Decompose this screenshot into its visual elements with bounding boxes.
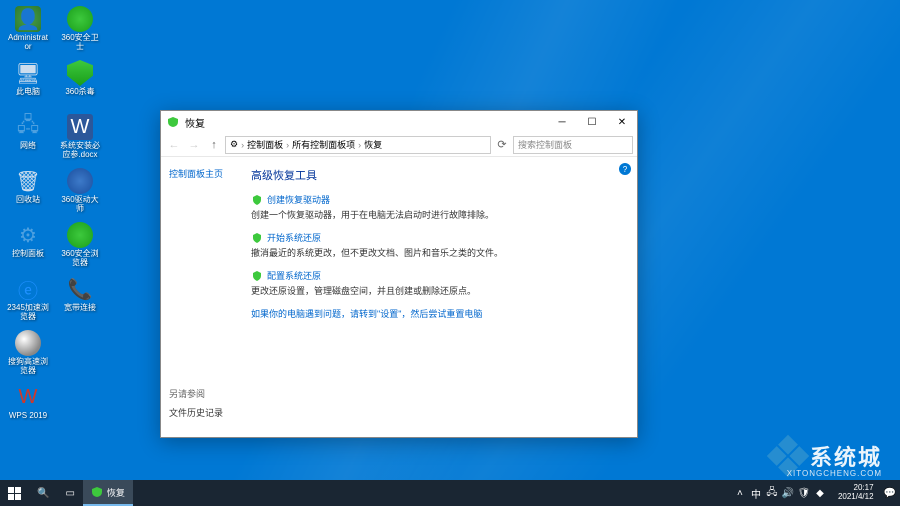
taskbar-clock[interactable]: 20:17 2021/4/12 — [832, 484, 880, 502]
desktop-icon-network[interactable]: 🖧 网络 — [4, 112, 52, 164]
desktop-icon-360-av[interactable]: 360杀毒 — [56, 58, 104, 110]
main-pane: ? 高级恢复工具 创建恢复驱动器 创建一个恢复驱动器，用于在电脑无法启动时进行故… — [239, 157, 637, 437]
breadcrumb[interactable]: ⚙ › 控制面板 › 所有控制面板项 › 恢复 — [225, 136, 491, 154]
watermark-text: 系统城 — [810, 440, 882, 472]
forward-button[interactable]: → — [185, 136, 203, 154]
section-title: 高级恢复工具 — [251, 167, 625, 183]
shield-icon — [67, 60, 93, 86]
chevron-right-icon: › — [358, 140, 361, 150]
up-button[interactable]: ↑ — [205, 136, 223, 154]
tool-desc: 撤消最近的系统更改，但不更改文档、图片和音乐之类的文件。 — [251, 246, 625, 259]
desktop-icon-sys-req-doc[interactable]: W 系统安装必应参.docx — [56, 112, 104, 164]
windows-icon — [8, 487, 21, 500]
breadcrumb-item[interactable]: 恢复 — [364, 138, 382, 151]
taskbar: 🔍 ▭ 恢复 ˄ 中 🖧 🔊 🛡 ◆ 20:17 2021/4/12 💬 — [0, 480, 900, 506]
tray-app-icon[interactable]: ◆ — [814, 487, 826, 499]
task-view-icon: ▭ — [65, 488, 74, 499]
help-icon[interactable]: ? — [619, 163, 631, 175]
back-button[interactable]: ← — [165, 136, 183, 154]
desktop-icon-this-pc[interactable]: 🖥 此电脑 — [4, 58, 52, 110]
reset-pc-hint-link[interactable]: 如果你的电脑遇到问题，请转到"设置"，然后尝试重置电脑 — [251, 309, 482, 319]
tool-configure-restore: 配置系统还原 更改还原设置，管理磁盘空间，并且创建或删除还原点。 — [251, 269, 625, 297]
watermark-url: XITONGCHENG.COM — [787, 469, 882, 478]
file-history-link[interactable]: 文件历史记录 — [169, 408, 223, 418]
sidebar-home-link[interactable]: 控制面板主页 — [169, 169, 223, 179]
tray-network-icon[interactable]: 🖧 — [766, 487, 778, 499]
refresh-button[interactable]: ⟳ — [493, 136, 511, 154]
desktop-icon-360-driver[interactable]: 360驱动大师 — [56, 166, 104, 218]
tray-chevron-up-icon[interactable]: ˄ — [734, 487, 746, 499]
360-icon — [67, 6, 93, 32]
control-panel-icon: ⚙ — [230, 139, 238, 150]
navbar: ← → ↑ ⚙ › 控制面板 › 所有控制面板项 › 恢复 ⟳ 搜索控制面板 — [161, 133, 637, 157]
desktop-icons: 👤 Administrator 🖥 此电脑 🖧 网络 🗑 回收站 ⚙ 控制面板 … — [4, 4, 52, 474]
control-panel-icon: ⚙ — [15, 222, 41, 248]
start-button[interactable] — [0, 480, 29, 506]
shield-icon — [251, 232, 263, 244]
watermark: 系统城 — [772, 440, 882, 472]
user-icon: 👤 — [15, 6, 41, 32]
recovery-icon — [165, 114, 181, 130]
wps-icon: W — [15, 384, 41, 410]
recovery-icon — [91, 486, 103, 498]
shield-icon — [251, 270, 263, 282]
browser-icon: ⓔ — [15, 276, 41, 302]
desktop-icon-wps[interactable]: W WPS 2019 — [4, 382, 52, 434]
search-input[interactable]: 搜索控制面板 — [513, 136, 633, 154]
tool-system-restore: 开始系统还原 撤消最近的系统更改，但不更改文档、图片和音乐之类的文件。 — [251, 231, 625, 259]
breadcrumb-item[interactable]: 控制面板 — [247, 138, 283, 151]
action-center-button[interactable]: 💬 — [880, 480, 900, 506]
tray-volume-icon[interactable]: 🔊 — [782, 487, 794, 499]
bin-icon: 🗑 — [15, 168, 41, 194]
dialup-icon: 📞 — [67, 276, 93, 302]
create-recovery-drive-link[interactable]: 创建恢复驱动器 — [267, 193, 330, 206]
desktop-icon-administrator[interactable]: 👤 Administrator — [4, 4, 52, 56]
close-button[interactable]: ✕ — [607, 112, 637, 132]
search-button[interactable]: 🔍 — [29, 480, 57, 506]
tool-desc: 更改还原设置，管理磁盘空间，并且创建或删除还原点。 — [251, 284, 625, 297]
desktop-icons-col2: 360安全卫士 360杀毒 W 系统安装必应参.docx 360驱动大师 360… — [56, 4, 104, 474]
desktop-icon-sogou-browser[interactable]: 搜狗高速浏览器 — [4, 328, 52, 380]
taskbar-app-label: 恢复 — [107, 486, 125, 499]
tray-ime-icon[interactable]: 中 — [750, 487, 762, 499]
desktop-icon-360-guard[interactable]: 360安全卫士 — [56, 4, 104, 56]
shield-icon — [251, 194, 263, 206]
minimize-button[interactable]: ─ — [547, 112, 577, 132]
search-icon: 🔍 — [37, 488, 49, 499]
tool-create-recovery-drive: 创建恢复驱动器 创建一个恢复驱动器，用于在电脑无法启动时进行故障排除。 — [251, 193, 625, 221]
chevron-right-icon: › — [241, 140, 244, 150]
system-tray[interactable]: ˄ 中 🖧 🔊 🛡 ◆ — [728, 487, 832, 499]
pc-icon: 🖥 — [15, 60, 41, 86]
word-icon: W — [67, 114, 93, 140]
sogou-icon — [15, 330, 41, 356]
desktop-icon-recycle-bin[interactable]: 🗑 回收站 — [4, 166, 52, 218]
breadcrumb-item[interactable]: 所有控制面板项 — [292, 138, 355, 151]
recovery-window: 恢复 ─ ☐ ✕ ← → ↑ ⚙ › 控制面板 › 所有控制面板项 › 恢复 ⟳… — [160, 110, 638, 438]
desktop-icon-2345-browser[interactable]: ⓔ 2345加速浏览器 — [4, 274, 52, 326]
desktop-icon-control-panel[interactable]: ⚙ 控制面板 — [4, 220, 52, 272]
tray-shield-icon[interactable]: 🛡 — [798, 487, 810, 499]
tool-desc: 创建一个恢复驱动器，用于在电脑无法启动时进行故障排除。 — [251, 208, 625, 221]
network-icon: 🖧 — [15, 114, 41, 140]
chevron-right-icon: › — [286, 140, 289, 150]
sidebar: 控制面板主页 另请参阅 文件历史记录 — [161, 157, 239, 437]
related-section: 另请参阅 文件历史记录 — [169, 387, 223, 419]
related-header: 另请参阅 — [169, 387, 223, 400]
clock-date: 2021/4/12 — [838, 493, 874, 502]
taskbar-app-recovery[interactable]: 恢复 — [83, 480, 133, 506]
system-restore-link[interactable]: 开始系统还原 — [267, 231, 321, 244]
titlebar[interactable]: 恢复 ─ ☐ ✕ — [161, 111, 637, 133]
task-view-button[interactable]: ▭ — [57, 480, 82, 506]
configure-restore-link[interactable]: 配置系统还原 — [267, 269, 321, 282]
360-driver-icon — [67, 168, 93, 194]
desktop-icon-dialup[interactable]: 📞 宽带连接 — [56, 274, 104, 326]
360-browser-icon — [67, 222, 93, 248]
desktop-icon-360-browser[interactable]: 360安全浏览器 — [56, 220, 104, 272]
maximize-button[interactable]: ☐ — [577, 112, 607, 132]
window-title: 恢复 — [185, 115, 205, 130]
notification-icon: 💬 — [884, 488, 896, 499]
